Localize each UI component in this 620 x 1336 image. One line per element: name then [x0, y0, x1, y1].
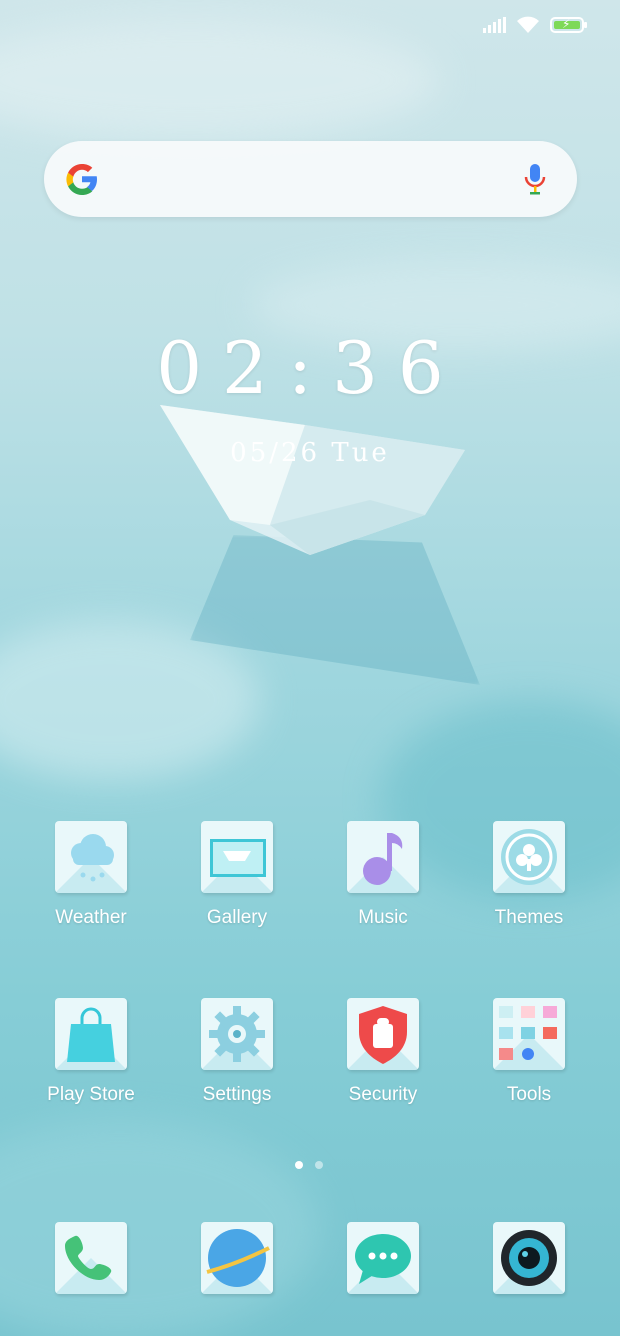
wifi-icon	[517, 16, 539, 33]
google-logo	[66, 164, 97, 195]
themes-icon	[493, 821, 565, 893]
battery-charging-icon: ⚡	[550, 17, 587, 33]
status-bar: ⚡	[483, 16, 587, 34]
security-icon	[347, 998, 419, 1070]
mic-icon[interactable]	[523, 162, 547, 196]
page-indicator[interactable]	[295, 1161, 323, 1169]
page-dot[interactable]	[295, 1161, 303, 1169]
gallery-icon	[201, 821, 273, 893]
app-label: Gallery	[206, 907, 268, 928]
app-gallery[interactable]: Gallery	[164, 821, 310, 929]
app-label: Play Store	[47, 1084, 135, 1105]
google-search-bar[interactable]	[44, 141, 577, 217]
play-store-icon	[55, 998, 127, 1070]
app-play-store[interactable]: Play Store	[18, 998, 164, 1106]
app-music[interactable]: Music	[310, 821, 456, 929]
app-weather[interactable]: Weather	[18, 821, 164, 929]
page-dot[interactable]	[315, 1161, 323, 1169]
app-security[interactable]: Security	[310, 998, 456, 1106]
app-label: Weather	[55, 907, 127, 928]
tools-folder-icon	[493, 998, 565, 1070]
clock-time[interactable]: 02:36	[0, 326, 620, 410]
app-label: Music	[358, 907, 408, 928]
app-label: Themes	[494, 907, 564, 928]
app-label: Tools	[506, 1084, 552, 1105]
app-label: Settings	[202, 1084, 272, 1105]
app-label: Security	[348, 1084, 418, 1105]
settings-icon	[201, 998, 273, 1070]
cellular-signal-icon	[483, 17, 506, 33]
app-themes[interactable]: Themes	[456, 821, 602, 929]
phone-icon	[55, 1222, 127, 1294]
music-icon	[347, 821, 419, 893]
weather-icon	[55, 821, 127, 893]
camera-icon	[493, 1222, 565, 1294]
app-settings[interactable]: Settings	[164, 998, 310, 1106]
app-tools-folder[interactable]: Tools	[456, 998, 602, 1106]
paper-boat-image	[160, 405, 465, 555]
browser-icon	[201, 1222, 273, 1294]
clock-date[interactable]: 05/26 Tue	[0, 438, 620, 468]
messages-icon	[347, 1222, 419, 1294]
